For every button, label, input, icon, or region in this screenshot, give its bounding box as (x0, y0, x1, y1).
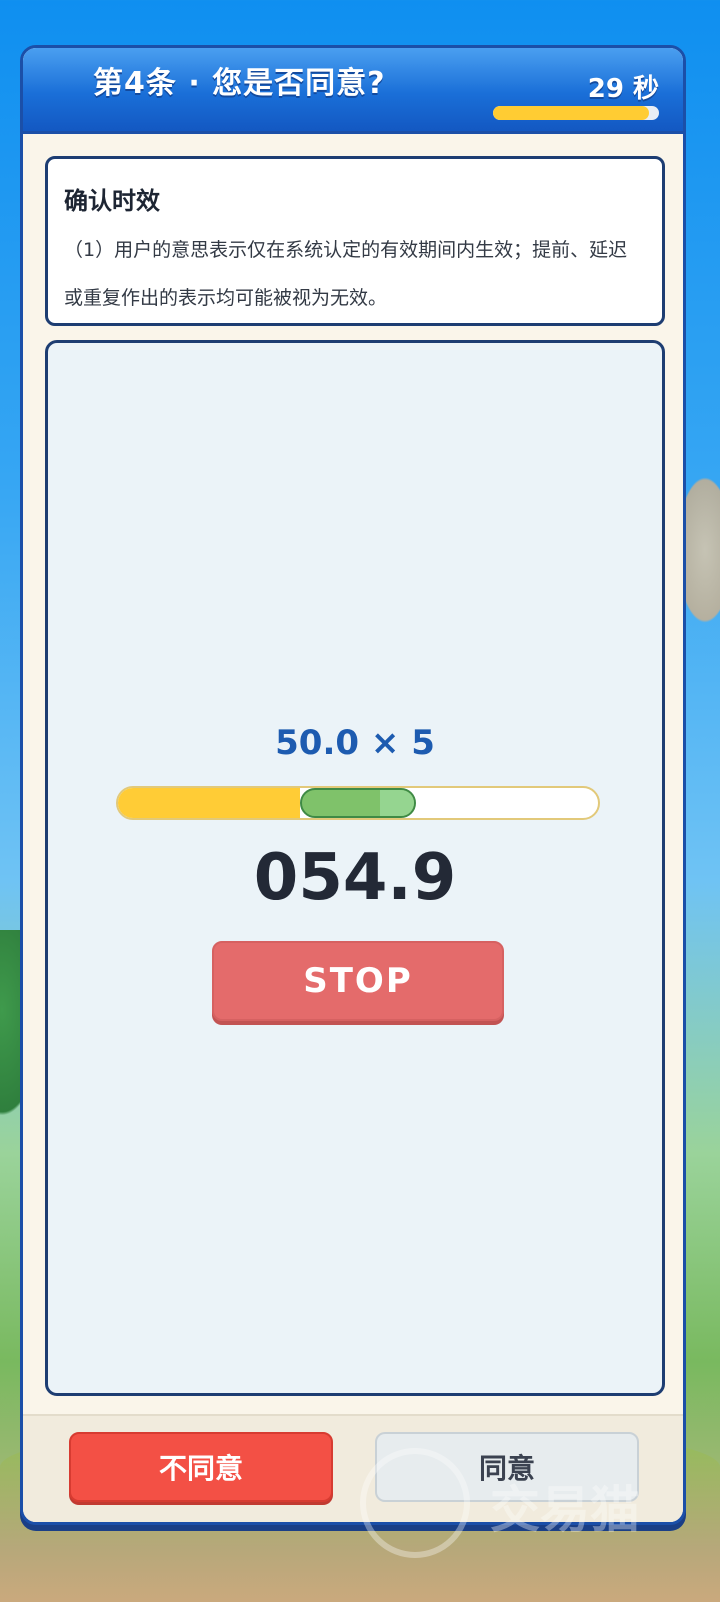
rule-card: 确认时效 （1）用户的意思表示仅在系统认定的有效期间内生效；提前、延迟或重复作出… (45, 156, 665, 326)
countdown-bar-fill (493, 106, 650, 120)
dialog-title: 第4条 · 您是否同意? (93, 66, 386, 101)
timing-bar (116, 786, 600, 820)
rule-heading: 确认时效 (64, 187, 160, 215)
counter-readout: 054.9 (253, 841, 457, 915)
dialog-header: 第4条 · 您是否同意? 29 秒 (23, 48, 683, 134)
timing-game-panel: 50.0 × 5 054.9 STOP (45, 340, 665, 1396)
agree-button[interactable]: 同意 (375, 1432, 639, 1502)
countdown-bar (493, 106, 659, 120)
timing-bar-target-zone (300, 788, 416, 818)
dialog-footer: 不同意 同意 (23, 1414, 683, 1522)
timing-bar-progress (118, 788, 301, 818)
countdown-timer: 29 秒 (587, 74, 659, 104)
target-zone-highlight (380, 790, 414, 816)
rule-body: （1）用户的意思表示仅在系统认定的有效期间内生效；提前、延迟或重复作出的表示均可… (64, 239, 628, 309)
target-formula: 50.0 × 5 (275, 723, 435, 763)
stop-button[interactable]: STOP (212, 941, 504, 1021)
disagree-button[interactable]: 不同意 (69, 1432, 333, 1502)
consent-dialog: 第4条 · 您是否同意? 29 秒 确认时效 （1）用户的意思表示仅在系统认定的… (20, 45, 686, 1525)
